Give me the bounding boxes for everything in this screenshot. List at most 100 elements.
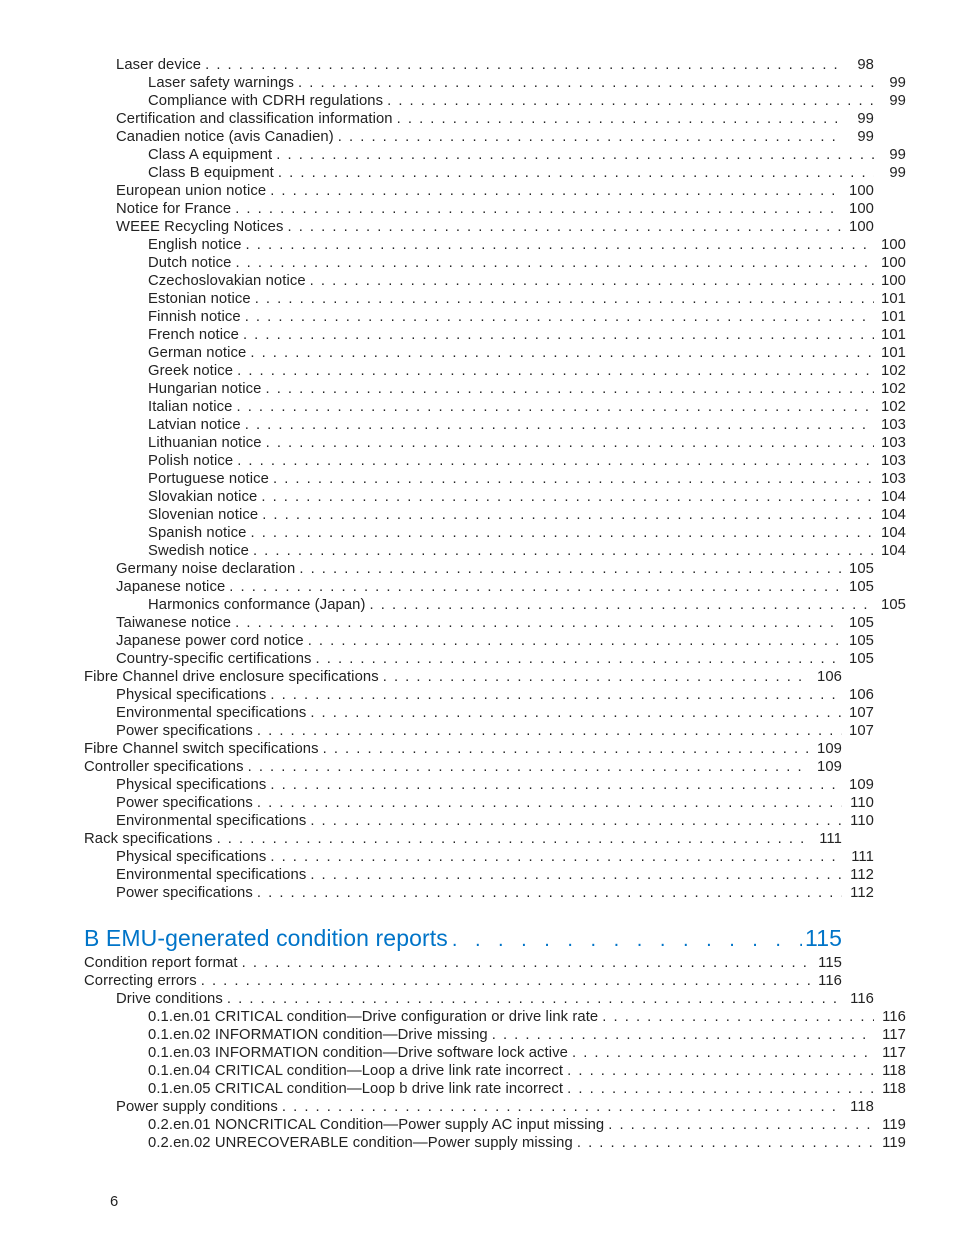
toc-entry[interactable]: Polish notice103 — [84, 452, 906, 470]
toc-entry[interactable]: French notice101 — [84, 326, 906, 344]
toc-entry[interactable]: German notice101 — [84, 344, 906, 362]
toc-page-number: 98 — [842, 56, 874, 74]
toc-leader — [253, 884, 842, 902]
toc-entry[interactable]: Compliance with CDRH regulations99 — [84, 92, 906, 110]
toc-entry[interactable]: 0.1.en.03 INFORMATION condition—Drive so… — [84, 1044, 906, 1062]
toc-entry[interactable]: 0.1.en.04 CRITICAL condition—Loop a driv… — [84, 1062, 906, 1080]
toc-entry[interactable]: Physical specifications106 — [84, 686, 874, 704]
toc-page-number: 106 — [842, 686, 874, 704]
toc-entry[interactable]: Slovakian notice104 — [84, 488, 906, 506]
toc-leader — [197, 972, 810, 990]
toc-entry[interactable]: Power specifications 110 — [84, 794, 874, 812]
toc-page-number: 118 — [874, 1062, 906, 1080]
toc-label: Power specifications — [116, 794, 253, 812]
toc-entry[interactable]: Power specifications107 — [84, 722, 874, 740]
toc-entry[interactable]: Slovenian notice104 — [84, 506, 906, 524]
toc-entry[interactable]: Spanish notice104 — [84, 524, 906, 542]
toc-leader — [232, 398, 874, 416]
toc-page-number: 100 — [842, 182, 874, 200]
toc-leader — [244, 758, 810, 776]
toc-entry[interactable]: Environmental specifications112 — [84, 866, 874, 884]
toc-entry[interactable]: Country-specific certifications105 — [84, 650, 874, 668]
toc-entry[interactable]: Japanese power cord notice105 — [84, 632, 874, 650]
toc-entry[interactable]: 0.2.en.02 UNRECOVERABLE condition—Power … — [84, 1134, 906, 1152]
toc-entry[interactable]: Canadien notice (avis Canadien)99 — [84, 128, 874, 146]
toc-page-number: 104 — [874, 542, 906, 560]
toc-entry[interactable]: 0.2.en.01 NONCRITICAL Condition—Power su… — [84, 1116, 906, 1134]
toc-entry[interactable]: Correcting errors116 — [84, 972, 842, 990]
toc-page-number: 100 — [842, 218, 874, 236]
toc-page-number: 101 — [874, 344, 906, 362]
toc-leader — [266, 182, 842, 200]
toc-page-number: 100 — [842, 200, 874, 218]
toc-entry[interactable]: Fibre Channel switch specifications109 — [84, 740, 842, 758]
toc-entry[interactable]: Japanese notice105 — [84, 578, 874, 596]
toc-page-number: 110 — [842, 794, 874, 812]
toc-entry[interactable]: Germany noise declaration105 — [84, 560, 874, 578]
toc-entry[interactable]: Portuguese notice103 — [84, 470, 906, 488]
toc-entry[interactable]: 0.1.en.05 CRITICAL condition—Loop b driv… — [84, 1080, 906, 1098]
toc-entry[interactable]: Harmonics conformance (Japan)105 — [84, 596, 906, 614]
toc-entry[interactable]: Physical specifications109 — [84, 776, 874, 794]
toc-label: 0.2.en.02 UNRECOVERABLE condition—Power … — [148, 1134, 573, 1152]
toc-leader — [239, 326, 874, 344]
toc-entry[interactable]: Greek notice102 — [84, 362, 906, 380]
toc-entry[interactable]: Czechoslovakian notice100 — [84, 272, 906, 290]
toc-entry[interactable]: Class B equipment99 — [84, 164, 906, 182]
toc-entry[interactable]: Notice for France100 — [84, 200, 874, 218]
toc-entry[interactable]: Power supply conditions118 — [84, 1098, 874, 1116]
toc-leader — [306, 812, 842, 830]
toc-leader — [246, 344, 874, 362]
toc-label: Power supply conditions — [116, 1098, 278, 1116]
toc-page-number: 102 — [874, 380, 906, 398]
toc-entry[interactable]: Lithuanian notice103 — [84, 434, 906, 452]
toc-leader — [266, 848, 842, 866]
toc-entry[interactable]: Italian notice102 — [84, 398, 906, 416]
toc-page-number: 104 — [874, 488, 906, 506]
toc-entry[interactable]: Class A equipment99 — [84, 146, 906, 164]
toc-entry[interactable]: English notice100 — [84, 236, 906, 254]
toc-page-number: 118 — [874, 1080, 906, 1098]
toc-label: Lithuanian notice — [148, 434, 262, 452]
toc-entry[interactable]: Estonian notice101 — [84, 290, 906, 308]
toc-leader — [266, 686, 842, 704]
toc-entry[interactable]: Taiwanese notice105 — [84, 614, 874, 632]
toc-entry[interactable]: Laser device98 — [84, 56, 874, 74]
toc-leader — [258, 506, 874, 524]
toc-entry[interactable]: Dutch notice100 — [84, 254, 906, 272]
toc-entry[interactable]: Condition report format115 — [84, 954, 842, 972]
toc-page-number: 117 — [874, 1026, 906, 1044]
toc-leader — [223, 990, 842, 1008]
toc-entry[interactable]: Hungarian notice102 — [84, 380, 906, 398]
toc-page-number: 99 — [874, 146, 906, 164]
toc-label: Laser safety warnings — [148, 74, 294, 92]
toc-leader — [201, 56, 842, 74]
toc-leader — [563, 1080, 874, 1098]
section-heading-b[interactable]: B EMU-generated condition reports 115 — [84, 924, 842, 954]
toc-label: Fibre Channel switch specifications — [84, 740, 319, 758]
toc-entry[interactable]: Latvian notice103 — [84, 416, 906, 434]
toc-entry[interactable]: 0.1.en.01 CRITICAL condition—Drive confi… — [84, 1008, 906, 1026]
toc-entry[interactable]: Physical specifications111 — [84, 848, 874, 866]
toc-label: French notice — [148, 326, 239, 344]
toc-entry[interactable]: Environmental specifications107 — [84, 704, 874, 722]
toc-entry[interactable]: Rack specifications111 — [84, 830, 842, 848]
toc-entry[interactable]: European union notice100 — [84, 182, 874, 200]
toc-leader — [246, 524, 874, 542]
toc-leader — [319, 740, 810, 758]
toc-label: Greek notice — [148, 362, 233, 380]
toc-entry[interactable]: Swedish notice104 — [84, 542, 906, 560]
toc-leader — [278, 1098, 842, 1116]
toc-entry[interactable]: Environmental specifications110 — [84, 812, 874, 830]
toc-entry[interactable]: WEEE Recycling Notices100 — [84, 218, 874, 236]
toc-entry[interactable]: Laser safety warnings99 — [84, 74, 906, 92]
toc-entry[interactable]: 0.1.en.02 INFORMATION condition—Drive mi… — [84, 1026, 906, 1044]
toc-entry[interactable]: Finnish notice101 — [84, 308, 906, 326]
toc-leader — [295, 560, 842, 578]
toc-entry[interactable]: Controller specifications109 — [84, 758, 842, 776]
toc-label: 0.1.en.04 CRITICAL condition—Loop a driv… — [148, 1062, 563, 1080]
toc-entry[interactable]: Power specifications112 — [84, 884, 874, 902]
toc-entry[interactable]: Certification and classification informa… — [84, 110, 874, 128]
toc-entry[interactable]: Fibre Channel drive enclosure specificat… — [84, 668, 842, 686]
toc-entry[interactable]: Drive conditions116 — [84, 990, 874, 1008]
